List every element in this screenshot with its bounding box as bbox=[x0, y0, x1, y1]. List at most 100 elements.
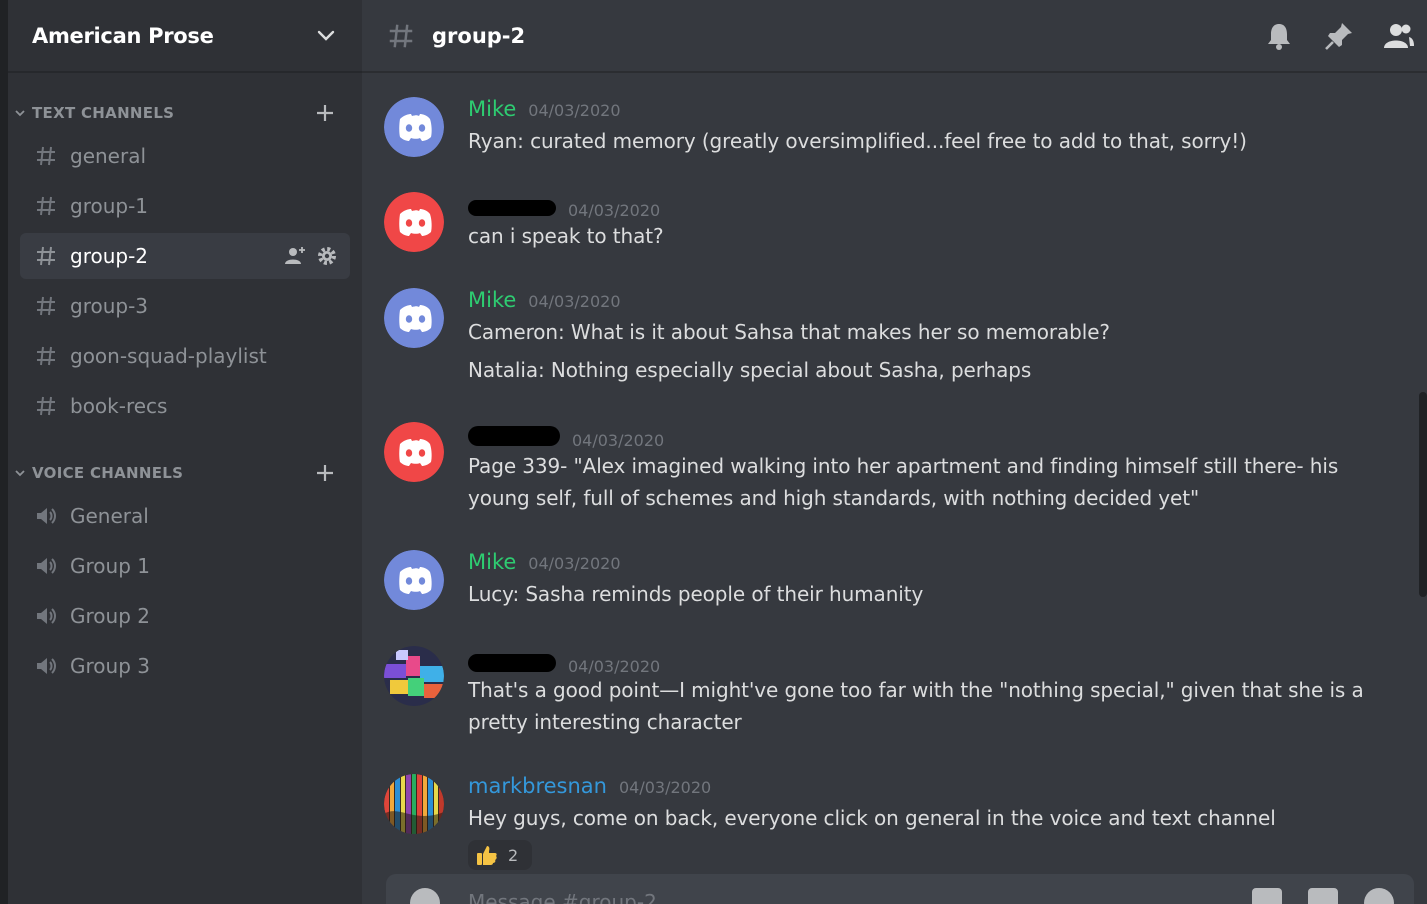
discord-logo-icon bbox=[384, 288, 444, 348]
category-label: TEXT CHANNELS bbox=[32, 104, 175, 122]
message-header: 04/03/2020 bbox=[468, 654, 660, 676]
author-name[interactable]: Mike bbox=[468, 97, 516, 121]
avatar[interactable] bbox=[384, 288, 444, 348]
discord-logo-icon bbox=[384, 192, 444, 252]
scrollbar[interactable] bbox=[1419, 392, 1427, 597]
gift-icon[interactable] bbox=[1252, 888, 1282, 904]
voice-channel-general[interactable]: General bbox=[20, 493, 350, 539]
message-text: Hey guys, come on back, everyone click o… bbox=[468, 806, 1276, 830]
author-name[interactable]: Mike bbox=[468, 288, 516, 312]
channel-book-recs[interactable]: book-recs bbox=[20, 383, 350, 429]
message-header: Mike 04/03/2020 bbox=[468, 97, 621, 121]
channel-name: group-1 bbox=[70, 194, 149, 218]
message-text: pretty interesting character bbox=[468, 710, 742, 734]
message-text: Cameron: What is it about Sahsa that mak… bbox=[468, 320, 1110, 344]
hash-icon bbox=[37, 196, 55, 216]
emoji-icon[interactable] bbox=[1364, 888, 1394, 904]
avatar[interactable] bbox=[384, 646, 444, 706]
user-pattern-avatar bbox=[384, 774, 444, 834]
reaction-count: 2 bbox=[508, 845, 519, 865]
message-text: That's a good point—I might've gone too … bbox=[468, 678, 1364, 702]
speaker-icon bbox=[37, 558, 56, 574]
user-photo-avatar bbox=[384, 646, 444, 706]
channel-name: group-2 bbox=[70, 244, 149, 268]
message-header: 04/03/2020 bbox=[468, 200, 660, 220]
message-header: 04/03/2020 bbox=[468, 426, 664, 450]
author-name[interactable]: markbresnan bbox=[468, 774, 607, 798]
hash-icon bbox=[389, 24, 413, 47]
caret-down-icon bbox=[15, 110, 25, 117]
speaker-icon bbox=[37, 508, 56, 524]
channel-title: group-2 bbox=[432, 23, 526, 48]
voice-channel-group-3[interactable]: Group 3 bbox=[20, 643, 350, 689]
avatar[interactable] bbox=[384, 550, 444, 610]
reaction-thumbs-up[interactable]: 2 bbox=[468, 840, 532, 870]
gear-icon[interactable] bbox=[316, 245, 338, 267]
channel-general[interactable]: general bbox=[20, 133, 350, 179]
channel-name: General bbox=[70, 504, 149, 528]
bell-icon[interactable] bbox=[1263, 20, 1295, 52]
thumbs-up-icon bbox=[477, 846, 497, 865]
channel-name: general bbox=[70, 144, 147, 168]
message-header: Mike 04/03/2020 bbox=[468, 288, 621, 312]
composer-placeholder[interactable]: Message #group-2 bbox=[468, 890, 657, 904]
avatar[interactable] bbox=[384, 422, 444, 482]
channel-sidebar: American Prose TEXT CHANNELS general gro… bbox=[8, 0, 362, 904]
category-voice-channels[interactable]: VOICE CHANNELS bbox=[8, 460, 362, 486]
message-header: Mike 04/03/2020 bbox=[468, 550, 621, 574]
avatar[interactable] bbox=[384, 97, 444, 157]
gif-icon[interactable] bbox=[1308, 888, 1338, 904]
channel-name: Group 3 bbox=[70, 654, 150, 678]
channel-goon-squad-playlist[interactable]: goon-squad-playlist bbox=[20, 333, 350, 379]
channel-name: Group 2 bbox=[70, 604, 150, 628]
message-text: Natalia: Nothing especially special abou… bbox=[468, 358, 1032, 382]
timestamp: 04/03/2020 bbox=[528, 101, 621, 120]
timestamp: 04/03/2020 bbox=[568, 657, 661, 676]
channel-group-2[interactable]: group-2 bbox=[20, 233, 350, 279]
voice-channel-group-2[interactable]: Group 2 bbox=[20, 593, 350, 639]
add-attachment-icon[interactable] bbox=[410, 888, 440, 904]
category-text-channels[interactable]: TEXT CHANNELS bbox=[8, 100, 362, 126]
members-icon[interactable] bbox=[1383, 20, 1415, 52]
composer-tools bbox=[1252, 888, 1394, 904]
redacted-author bbox=[468, 654, 556, 672]
chat-area: group-2 Mike 04/03/2020 Ryan: curated me… bbox=[362, 0, 1427, 904]
hash-icon bbox=[37, 246, 55, 266]
message-composer[interactable]: Message #group-2 bbox=[386, 874, 1414, 904]
message-text: young self, full of schemes and high sta… bbox=[468, 486, 1200, 510]
author-name[interactable]: Mike bbox=[468, 550, 516, 574]
timestamp: 04/03/2020 bbox=[618, 778, 712, 797]
channel-group-3[interactable]: group-3 bbox=[20, 283, 350, 329]
channel-name: goon-squad-playlist bbox=[70, 344, 267, 368]
message-text: Lucy: Sasha reminds people of their huma… bbox=[468, 582, 924, 606]
hash-icon bbox=[37, 346, 55, 366]
pin-icon[interactable] bbox=[1323, 20, 1355, 52]
avatar[interactable] bbox=[384, 192, 444, 252]
server-header[interactable]: American Prose bbox=[8, 0, 362, 73]
voice-channel-group-1[interactable]: Group 1 bbox=[20, 543, 350, 589]
caret-down-icon bbox=[15, 470, 25, 477]
category-label: VOICE CHANNELS bbox=[32, 464, 184, 482]
message-text: Page 339- "Alex imagined walking into he… bbox=[468, 454, 1339, 478]
channel-actions bbox=[284, 245, 338, 267]
discord-logo-icon bbox=[384, 550, 444, 610]
channel-name: group-3 bbox=[70, 294, 149, 318]
speaker-icon bbox=[37, 608, 56, 624]
discord-logo-icon bbox=[384, 97, 444, 157]
hash-icon bbox=[37, 396, 55, 416]
message-header: markbresnan 04/03/2020 bbox=[468, 774, 711, 798]
redacted-author bbox=[468, 426, 560, 446]
channel-name: Group 1 bbox=[70, 554, 150, 578]
invite-user-icon[interactable] bbox=[284, 245, 306, 267]
chevron-down-icon bbox=[317, 30, 335, 41]
timestamp: 04/03/2020 bbox=[528, 292, 621, 311]
timestamp: 04/03/2020 bbox=[568, 201, 661, 220]
header-toolbar bbox=[1263, 20, 1415, 52]
channel-group-1[interactable]: group-1 bbox=[20, 183, 350, 229]
timestamp: 04/03/2020 bbox=[528, 554, 621, 573]
avatar[interactable] bbox=[384, 774, 444, 834]
message-text: can i speak to that? bbox=[468, 224, 664, 248]
add-channel-icon[interactable] bbox=[314, 462, 336, 484]
add-channel-icon[interactable] bbox=[314, 102, 336, 124]
channel-name: book-recs bbox=[70, 394, 168, 418]
